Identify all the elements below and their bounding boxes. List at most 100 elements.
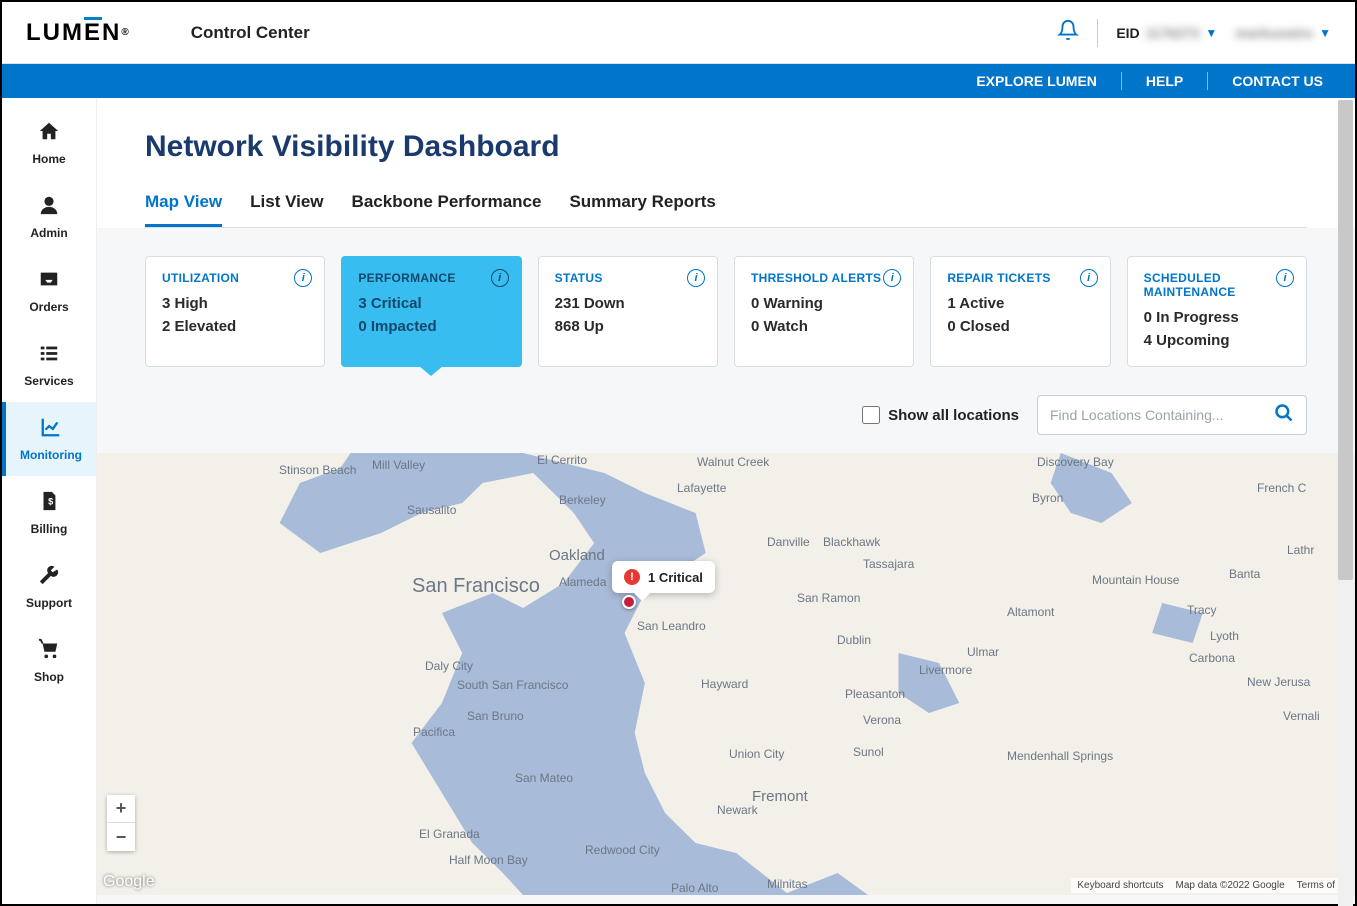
info-icon[interactable]: i: [491, 269, 509, 287]
sidebar-label: Orders: [29, 300, 68, 314]
card-title: PERFORMANCE: [358, 271, 504, 285]
page-title: Network Visibility Dashboard: [145, 130, 1307, 164]
map-label: Hayward: [701, 677, 748, 691]
map-label: Redwood City: [585, 843, 660, 857]
zoom-out-button[interactable]: −: [107, 823, 135, 851]
tabs: Map View List View Backbone Performance Sum…: [145, 192, 1307, 228]
show-all-locations-checkbox[interactable]: Show all locations: [862, 406, 1019, 424]
card-scheduled-maintenance[interactable]: SCHEDULED MAINTENANCEi0 In Progress4 Upc…: [1127, 256, 1307, 367]
card-line2: 868 Up: [555, 316, 701, 339]
map-label: Stinson Beach: [279, 463, 356, 477]
map-label: Verona: [863, 713, 901, 727]
card-utilization[interactable]: UTILIZATIONi 3 High2 Elevated: [145, 256, 325, 367]
map-label: Newark: [717, 803, 758, 817]
map-label: Palo Alto: [671, 881, 718, 895]
user-icon: [38, 194, 60, 222]
map-label: Pleasanton: [845, 687, 905, 701]
eid-label: EID: [1116, 25, 1139, 41]
map-label: Lafayette: [677, 481, 726, 495]
card-title: STATUS: [555, 271, 701, 285]
card-threshold-alerts[interactable]: THRESHOLD ALERTSi0 Warning0 Watch: [734, 256, 914, 367]
scrollbar-thumb[interactable]: [1338, 100, 1353, 580]
sidebar-item-shop[interactable]: Shop: [2, 624, 96, 698]
map-label: San Mateo: [515, 771, 573, 785]
sidebar-item-services[interactable]: Services: [2, 328, 96, 402]
card-title: THRESHOLD ALERTS: [751, 271, 897, 285]
tab-backbone-performance[interactable]: Backbone Performance: [352, 192, 542, 227]
info-icon[interactable]: i: [1080, 269, 1098, 287]
sidebar-label: Shop: [34, 670, 64, 684]
scrollbar[interactable]: [1338, 100, 1353, 906]
card-line2: 2 Elevated: [162, 316, 308, 339]
sidebar-item-orders[interactable]: Orders: [2, 254, 96, 328]
map-label: Danville: [767, 535, 810, 549]
card-performance[interactable]: PERFORMANCEi3 Critical0 Impacted: [341, 256, 521, 367]
map-label: Mountain House: [1092, 573, 1179, 587]
map-label: Discovery Bay: [1037, 455, 1114, 469]
search-input[interactable]: [1050, 407, 1274, 423]
header: LUMEN® Control Center EID 1176273 ▼ mark…: [2, 2, 1355, 64]
map-label: Pacifica: [413, 725, 455, 739]
card-title: UTILIZATION: [162, 271, 308, 285]
map-label: El Granada: [419, 827, 480, 841]
card-line2: 4 Upcoming: [1144, 330, 1290, 353]
map-label: San Ramon: [797, 591, 860, 605]
map-pin[interactable]: [622, 595, 636, 609]
sidebar-item-monitoring[interactable]: Monitoring: [2, 402, 96, 476]
sidebar-item-support[interactable]: Support: [2, 550, 96, 624]
inbox-icon: [38, 268, 60, 296]
map-label: Daly City: [425, 659, 473, 673]
info-icon[interactable]: i: [883, 269, 901, 287]
location-search[interactable]: [1037, 395, 1307, 435]
card-line1: 3 High: [162, 293, 308, 316]
show-all-label: Show all locations: [888, 407, 1019, 424]
map[interactable]: San FranciscoOaklandFremontStinson Beach…: [97, 453, 1355, 895]
help-link[interactable]: HELP: [1142, 73, 1187, 89]
card-line2: 0 Watch: [751, 316, 897, 339]
info-icon[interactable]: i: [294, 269, 312, 287]
home-icon: [38, 120, 60, 148]
map-label: Banta: [1229, 567, 1260, 581]
card-status[interactable]: STATUSi 231 Down868 Up: [538, 256, 718, 367]
zoom-in-button[interactable]: +: [107, 795, 135, 823]
card-line1: 231 Down: [555, 293, 701, 316]
billing-icon: $: [38, 490, 60, 518]
map-label: Mendenhall Springs: [1007, 749, 1113, 763]
info-icon[interactable]: i: [1276, 269, 1294, 287]
map-label: Ulmar: [967, 645, 999, 659]
chevron-down-icon: ▼: [1319, 26, 1331, 40]
sidebar-label: Services: [24, 374, 73, 388]
sidebar-item-admin[interactable]: Admin: [2, 180, 96, 254]
keyboard-shortcuts[interactable]: Keyboard shortcuts: [1077, 880, 1163, 891]
user-selector[interactable]: markuswire ▼: [1235, 25, 1331, 41]
show-all-checkbox-input[interactable]: [862, 406, 880, 424]
card-repair-tickets[interactable]: REPAIR TICKETSi1 Active0 Closed: [930, 256, 1110, 367]
tab-map-view[interactable]: Map View: [145, 192, 222, 227]
sidebar-item-home[interactable]: Home: [2, 106, 96, 180]
notifications-icon[interactable]: [1057, 19, 1079, 46]
eid-selector[interactable]: EID 1176273 ▼: [1116, 25, 1217, 41]
sidebar-label: Support: [26, 596, 72, 610]
tab-list-view[interactable]: List View: [250, 192, 323, 227]
map-label: Walnut Creek: [697, 455, 769, 469]
contact-link[interactable]: CONTACT US: [1228, 73, 1327, 89]
map-label: Fremont: [752, 788, 808, 805]
explore-link[interactable]: EXPLORE LUMEN: [972, 73, 1101, 89]
map-label: Mill Valley: [372, 458, 425, 472]
info-icon[interactable]: i: [687, 269, 705, 287]
map-label: San Francisco: [412, 575, 540, 598]
map-label: Altamont: [1007, 605, 1054, 619]
map-label: Tracy: [1187, 603, 1217, 617]
map-label: Blackhawk: [823, 535, 880, 549]
sidebar-item-billing[interactable]: $Billing: [2, 476, 96, 550]
logo[interactable]: LUMEN®: [26, 19, 131, 47]
map-alert-tooltip[interactable]: ! 1 Critical: [612, 561, 715, 593]
tab-summary-reports[interactable]: Summary Reports: [569, 192, 715, 227]
map-label: Union City: [729, 747, 784, 761]
cart-icon: [38, 638, 60, 666]
map-label: Lyoth: [1210, 629, 1239, 643]
search-icon[interactable]: [1274, 403, 1294, 428]
map-label: Tassajara: [863, 557, 914, 571]
card-title: SCHEDULED MAINTENANCE: [1144, 271, 1290, 299]
map-label: French C: [1257, 481, 1306, 495]
